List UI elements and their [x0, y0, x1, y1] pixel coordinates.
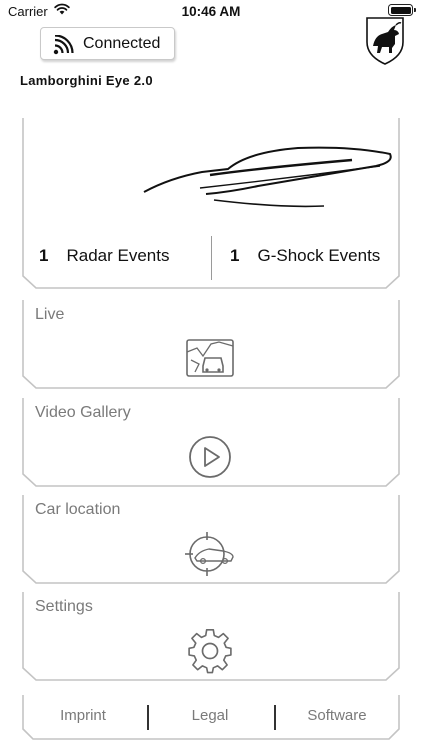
video-gallery-button[interactable]: Video Gallery [20, 398, 402, 488]
connection-label: Connected [83, 35, 161, 52]
legal-link[interactable]: Legal [147, 707, 273, 724]
gshock-events-label: G-Shock Events [257, 246, 381, 265]
gshock-events-count: 1 [230, 246, 240, 265]
settings-label: Settings [35, 598, 93, 615]
radar-events-label: Radar Events [66, 246, 170, 265]
gear-icon [188, 629, 232, 674]
app-title: Lamborghini Eye 2.0 [20, 73, 153, 88]
imprint-link[interactable]: Imprint [20, 707, 146, 724]
clock: 10:46 AM [181, 4, 241, 19]
gshock-events[interactable]: 1 G-Shock Events [230, 246, 380, 266]
play-icon [189, 436, 231, 478]
battery-icon [388, 4, 416, 16]
events-divider [211, 236, 212, 280]
car-location-label: Car location [35, 501, 121, 518]
live-label: Live [35, 306, 65, 323]
radar-events[interactable]: 1 Radar Events [39, 246, 169, 266]
software-link[interactable]: Software [274, 707, 400, 724]
connection-status-button[interactable]: Connected [40, 27, 175, 60]
live-button[interactable]: Live [20, 300, 402, 390]
car-location-icon [185, 532, 234, 576]
status-bar: Carrier 10:46 AM [0, 0, 422, 24]
footer-bar: Imprint Legal Software [20, 695, 402, 740]
bull-logo [362, 16, 408, 66]
car-silhouette-icon [143, 146, 392, 208]
settings-button[interactable]: Settings [20, 592, 402, 682]
wifi-signal-icon [53, 34, 75, 60]
live-map-icon [186, 339, 234, 377]
events-card[interactable]: 1 Radar Events 1 G-Shock Events [20, 112, 402, 290]
car-location-button[interactable]: Car location [20, 495, 402, 585]
video-gallery-label: Video Gallery [35, 404, 131, 421]
radar-events-count: 1 [39, 246, 49, 265]
